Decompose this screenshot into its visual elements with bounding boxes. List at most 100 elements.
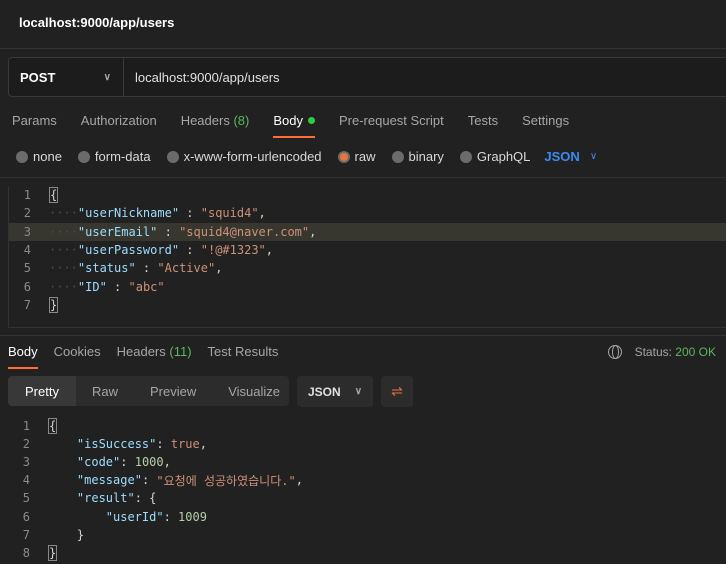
code-token: } [49, 296, 59, 313]
code-token: "userPassword" [77, 243, 180, 258]
globe-icon[interactable] [607, 345, 622, 359]
radio-none[interactable]: none [16, 149, 62, 164]
tab-label: Pre-request Script [338, 113, 444, 128]
code-line: 4 "message": "요청에 성공하였습니다.", [8, 471, 726, 489]
tab-label: Cookies [53, 344, 101, 359]
code-token: : [163, 509, 179, 524]
body-format-select[interactable]: JSON [544, 149, 579, 164]
code-token: : [179, 206, 201, 221]
response-body-viewer: 1{2 "isSuccess": true, 3 "code": 1000, 4 "… [8, 417, 726, 562]
code-line: 3 "code": 1000, [8, 453, 726, 471]
code-token: : [135, 261, 158, 276]
code-line: 6 "userId": 1009 [8, 507, 726, 525]
request-body-editor[interactable]: 1{2 ···· "userNickname" : "squid4", 3 ···· "u… [8, 186, 726, 328]
tab-pre-request-script[interactable]: Pre-request Script [339, 113, 444, 128]
wrap-lines-button[interactable]: ⇌ [381, 376, 413, 407]
response-tabs: Body Cookies Headers (11) Test Results [8, 344, 294, 369]
radio-x-www-form-urlencoded[interactable]: x-www-form-urlencoded [166, 149, 322, 164]
code-line: 5 ···· "status" : "Active", [9, 259, 726, 277]
response-status: Status: 200 OK [607, 345, 716, 359]
tab-body[interactable]: Body [273, 113, 315, 138]
line-number: 4 [23, 243, 31, 258]
radio-raw[interactable]: raw [337, 149, 376, 164]
code-token: , [309, 224, 317, 239]
code-line: 5 "result": { [8, 489, 726, 507]
code-token: "Active" [157, 261, 216, 276]
status-label: Status: [634, 345, 672, 359]
radio-label: raw [354, 149, 376, 164]
code-token: "squid4@naver.com" [179, 224, 310, 239]
tab-label: Params [12, 113, 57, 128]
code-line: 2 "isSuccess": true, [8, 435, 726, 453]
tab-headers[interactable]: Headers (8) [181, 113, 250, 128]
tab-headers[interactable]: Headers (11) [117, 344, 192, 359]
code-line: 7} [9, 296, 726, 314]
tab-test-results[interactable]: Test Results [208, 344, 279, 359]
radio-binary[interactable]: binary [391, 149, 444, 164]
code-line: 2 ···· "userNickname" : "squid4", [9, 204, 726, 222]
tab-label: Authorization [80, 113, 157, 128]
tab-cookies[interactable]: Cookies [54, 344, 101, 359]
code-token: } [48, 544, 58, 561]
tab-count: (11) [169, 344, 192, 359]
line-number: 3 [22, 455, 30, 470]
code-line: 6 ···· "ID" : "abc" [9, 277, 726, 295]
view-raw[interactable]: Raw [76, 376, 134, 406]
code-line: 4 ···· "userPassword" : "!@#1323", [9, 241, 726, 259]
code-token: : [179, 243, 201, 258]
wrap-lines-icon: ⇌ [391, 383, 403, 399]
radio-form-data[interactable]: form-data [77, 149, 151, 164]
method-label: POST [20, 69, 56, 85]
request-tabs: Params Authorization Headers (8) Body Pre-re… [12, 113, 593, 138]
tab-label: Test Results [207, 344, 279, 359]
code-token: "요청에 성공하였습니다." [156, 473, 296, 488]
code-token: , [295, 473, 303, 488]
body-type-radios: none form-data x-www-form-urlencoded raw bin… [16, 149, 597, 164]
code-token: "result" [76, 491, 135, 506]
line-number: 8 [22, 545, 30, 560]
tab-label: Body [273, 113, 303, 128]
url-input[interactable]: localhost:9000/app/users [124, 70, 280, 85]
radio-label: form-data [94, 149, 151, 164]
tab-tests[interactable]: Tests [468, 113, 498, 128]
chevron-down-icon: ∨ [354, 386, 363, 397]
tab-params[interactable]: Params [12, 113, 57, 128]
line-number: 2 [22, 437, 30, 452]
line-number: 7 [22, 527, 30, 542]
code-token: ···· [49, 206, 78, 221]
radio-label: x-www-form-urlencoded [183, 149, 322, 164]
view-pretty[interactable]: Pretty [8, 376, 76, 406]
view-visualize[interactable]: Visualize [212, 376, 296, 406]
code-token: ···· [49, 261, 78, 276]
code-token: : [141, 473, 157, 488]
code-token: "squid4" [200, 206, 259, 221]
line-number: 2 [23, 206, 31, 221]
code-token: : [106, 279, 129, 294]
radio-circle-icon [459, 150, 472, 163]
tab-settings[interactable]: Settings [522, 113, 569, 128]
response-format-label: JSON [308, 384, 341, 399]
code-line: 3 ···· "userEmail" : "squid4@naver.com", [9, 222, 726, 241]
tab-body[interactable]: Body [8, 344, 38, 369]
code-token: : [157, 224, 180, 239]
line-number: 7 [23, 297, 31, 312]
code-line: 1{ [9, 186, 726, 204]
code-token: : { [134, 491, 157, 506]
line-number: 3 [23, 224, 31, 239]
response-format-select[interactable]: JSON ∨ [297, 376, 373, 407]
line-number: 5 [23, 261, 31, 276]
radio-circle-icon [77, 150, 90, 163]
tab-authorization[interactable]: Authorization [81, 113, 157, 128]
tab-label: Headers [180, 113, 230, 128]
radio-GraphQL[interactable]: GraphQL [459, 149, 530, 164]
method-select[interactable]: POST ∨ [9, 58, 124, 96]
chevron-down-icon: ∨ [103, 71, 111, 83]
radio-circle-icon [391, 150, 404, 163]
code-token: true [170, 437, 200, 452]
line-number: 5 [22, 491, 30, 506]
code-token: { [49, 187, 59, 204]
view-preview[interactable]: Preview [134, 376, 212, 406]
status-value: 200 OK [675, 345, 716, 359]
code-token: , [258, 206, 266, 221]
